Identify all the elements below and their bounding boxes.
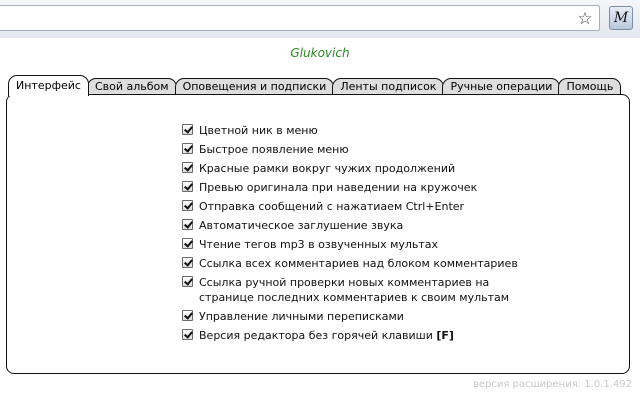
checkbox[interactable] xyxy=(182,257,193,268)
tab-manual-operations[interactable]: Ручные операции xyxy=(442,78,561,95)
checkbox[interactable] xyxy=(182,219,193,230)
option-label: Ссылка ручной проверки новых комментарие… xyxy=(199,276,510,304)
option-label: Ссылка всех комментариев над блоком комм… xyxy=(199,257,518,270)
checkbox[interactable] xyxy=(182,143,193,154)
tab-notifications[interactable]: Оповещения и подписки xyxy=(174,78,335,95)
tab-feeds[interactable]: Ленты подписок xyxy=(332,78,445,95)
option-original-preview[interactable]: Превью оригинала при наведении на кружоч… xyxy=(182,180,522,195)
checkbox[interactable] xyxy=(182,310,193,321)
address-bar[interactable]: ☆ xyxy=(0,5,600,31)
option-label: Быстрое появление меню xyxy=(199,143,349,156)
extension-popup: Glukovich Интерфейс Свой альбом Оповещен… xyxy=(0,38,640,400)
extension-letter: M xyxy=(613,10,629,26)
settings-panel: Цветной ник в меню Быстрое появление мен… xyxy=(6,94,630,374)
extension-button[interactable]: M xyxy=(609,6,633,30)
browser-toolbar: ☆ M xyxy=(0,0,640,39)
option-label: Красные рамки вокруг чужих продолжений xyxy=(199,162,456,175)
option-manual-check-link[interactable]: Ссылка ручной проверки новых комментарие… xyxy=(182,275,522,305)
option-red-frames[interactable]: Красные рамки вокруг чужих продолжений xyxy=(182,161,522,176)
tab-own-album[interactable]: Свой альбом xyxy=(86,78,177,95)
option-label: Версия редактора без горячей клавиши [F] xyxy=(199,328,454,343)
hotkey-badge: [F] xyxy=(436,329,454,342)
option-private-messages[interactable]: Управление личными переписками xyxy=(182,309,522,324)
option-all-comments-link[interactable]: Ссылка всех комментариев над блоком комм… xyxy=(182,256,522,271)
tab-interface[interactable]: Интерфейс xyxy=(8,75,89,96)
option-label: Чтение тегов mp3 в озвученных мультах xyxy=(199,238,439,251)
checkbox[interactable] xyxy=(182,124,193,135)
option-label: Отправка сообщений с нажатиаем Ctrl+Ente… xyxy=(199,200,465,213)
brand-title: Glukovich xyxy=(290,46,350,60)
bookmark-star-icon[interactable]: ☆ xyxy=(575,9,595,29)
checkbox[interactable] xyxy=(182,238,193,249)
option-mp3-tags[interactable]: Чтение тегов mp3 в озвученных мультах xyxy=(182,237,522,252)
checkbox[interactable] xyxy=(182,200,193,211)
checkbox[interactable] xyxy=(182,276,193,287)
options-list: Цветной ник в меню Быстрое появление мен… xyxy=(182,123,522,347)
option-label: Превью оригинала при наведении на кружоч… xyxy=(199,181,478,194)
tab-help[interactable]: Помощь xyxy=(558,78,622,95)
checkbox[interactable] xyxy=(182,329,193,340)
option-label: Автоматическое заглушение звука xyxy=(199,219,404,232)
option-editor-no-hotkey[interactable]: Версия редактора без горячей клавиши [F] xyxy=(182,328,522,343)
option-fast-menu[interactable]: Быстрое появление меню xyxy=(182,142,522,157)
checkbox[interactable] xyxy=(182,181,193,192)
extension-version: версия расширения: 1.0.1.492 xyxy=(472,379,632,390)
option-auto-mute[interactable]: Автоматическое заглушение звука xyxy=(182,218,522,233)
option-label: Цветной ник в меню xyxy=(199,124,318,137)
option-label: Управление личными переписками xyxy=(199,310,404,323)
option-colored-nick[interactable]: Цветной ник в меню xyxy=(182,123,522,138)
option-ctrl-enter[interactable]: Отправка сообщений с нажатиаем Ctrl+Ente… xyxy=(182,199,522,214)
tab-bar: Интерфейс Свой альбом Оповещения и подпи… xyxy=(8,75,622,96)
checkbox[interactable] xyxy=(182,162,193,173)
option-label-text: Версия редактора без горячей клавиши xyxy=(199,329,433,342)
